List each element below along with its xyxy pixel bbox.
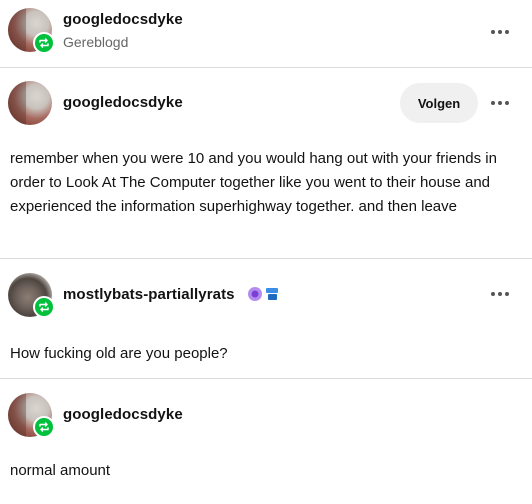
post-username[interactable]: googledocsdyke	[63, 406, 183, 423]
reblog-icon	[33, 416, 55, 438]
post-body: How fucking old are you people?	[10, 345, 228, 362]
header-username[interactable]: googledocsdyke	[63, 11, 183, 28]
avatar[interactable]	[8, 81, 52, 125]
post-1: googledocsdyke Volgen remember when you …	[0, 68, 532, 258]
more-options-icon[interactable]	[488, 91, 512, 115]
post-3: googledocsdyke normal amount	[0, 379, 532, 504]
post-username[interactable]: googledocsdyke	[63, 94, 183, 111]
purple-badge-icon[interactable]	[247, 286, 263, 302]
more-options-icon[interactable]	[488, 20, 512, 44]
reblog-header: googledocsdyke Gereblogd	[0, 0, 532, 66]
post-body: normal amount	[10, 462, 111, 479]
post-body: remember when you were 10 and you would …	[10, 150, 497, 215]
reblog-status: Gereblogd	[63, 34, 129, 50]
reblog-icon	[33, 296, 55, 318]
more-options-icon[interactable]	[488, 282, 512, 306]
blue-badge-icon[interactable]	[264, 286, 280, 302]
reblog-icon	[33, 32, 55, 54]
follow-button[interactable]: Volgen	[400, 83, 478, 123]
post-2: mostlybats-partiallyrats How fucking old…	[0, 259, 532, 377]
post-username[interactable]: mostlybats-partiallyrats	[63, 286, 235, 303]
